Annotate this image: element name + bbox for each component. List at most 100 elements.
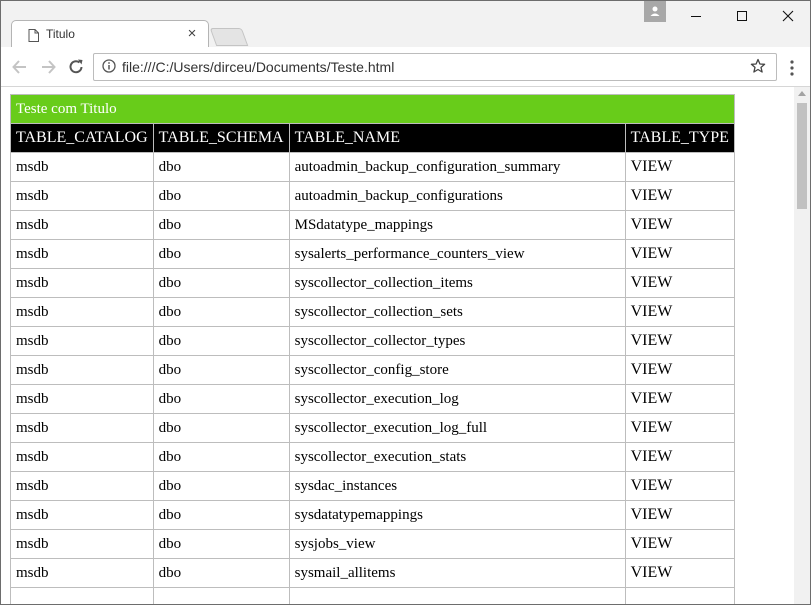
browser-window: Titulo × file:///C:/Users/dirceu/Documen…: [0, 0, 811, 605]
type-cell: VIEW: [624, 210, 735, 240]
table-row: msdb dbo syscollector_execution_stats VIEW: [10, 442, 735, 472]
table-title: Teste com Titulo: [10, 94, 735, 124]
table-row: msdb dbo sysjobs_view VIEW: [10, 529, 735, 559]
scroll-up-icon[interactable]: [798, 91, 806, 96]
type-cell: VIEW: [624, 500, 735, 530]
name-cell: syscollector_execution_stats: [288, 442, 626, 472]
type-cell: VIEW: [624, 558, 735, 588]
type-cell: [624, 587, 735, 604]
browser-tab[interactable]: Titulo ×: [11, 20, 209, 48]
catalog-cell: msdb: [10, 529, 154, 559]
schema-cell: dbo: [152, 181, 290, 211]
catalog-cell: msdb: [10, 152, 154, 182]
table-row: [10, 587, 735, 604]
data-table: Teste com Titulo TABLE_CATALOG TABLE_SCH…: [10, 94, 735, 604]
catalog-cell: msdb: [10, 384, 154, 414]
tab-title: Titulo: [46, 27, 75, 41]
name-cell: syscollector_config_store: [288, 355, 626, 385]
type-cell: VIEW: [624, 268, 735, 298]
catalog-cell: msdb: [10, 355, 154, 385]
catalog-cell: msdb: [10, 413, 154, 443]
profile-icon[interactable]: [644, 1, 666, 22]
schema-cell: dbo: [152, 500, 290, 530]
name-cell: sysjobs_view: [288, 529, 626, 559]
type-cell: VIEW: [624, 152, 735, 182]
header-table-name: TABLE_NAME: [288, 123, 626, 153]
catalog-cell: msdb: [10, 268, 154, 298]
new-tab-button[interactable]: [209, 28, 249, 46]
title-bar: Titulo ×: [1, 1, 810, 48]
page-content: Teste com Titulo TABLE_CATALOG TABLE_SCH…: [1, 87, 794, 604]
type-cell: VIEW: [624, 297, 735, 327]
catalog-cell: msdb: [10, 471, 154, 501]
kebab-menu-icon[interactable]: [784, 59, 800, 77]
table-row: msdb dbo sysdatatypemappings VIEW: [10, 500, 735, 530]
schema-cell: dbo: [152, 529, 290, 559]
schema-cell: dbo: [152, 326, 290, 356]
table-row: msdb dbo syscollector_config_store VIEW: [10, 355, 735, 385]
reload-icon[interactable]: [66, 57, 86, 77]
schema-cell: dbo: [152, 384, 290, 414]
scrollbar-thumb[interactable]: [797, 103, 807, 209]
address-bar[interactable]: file:///C:/Users/dirceu/Documents/Teste.…: [93, 53, 777, 81]
browser-toolbar: file:///C:/Users/dirceu/Documents/Teste.…: [1, 47, 810, 87]
arrow-right-icon[interactable]: [38, 57, 58, 77]
close-window-icon: [782, 10, 794, 22]
name-cell: [288, 587, 626, 604]
type-cell: VIEW: [624, 326, 735, 356]
type-cell: VIEW: [624, 529, 735, 559]
table-title-row: Teste com Titulo: [10, 94, 735, 124]
schema-cell: dbo: [152, 558, 290, 588]
maximize-button[interactable]: [719, 1, 765, 31]
name-cell: autoadmin_backup_configurations: [288, 181, 626, 211]
name-cell: syscollector_collection_items: [288, 268, 626, 298]
catalog-cell: msdb: [10, 210, 154, 240]
header-table-type: TABLE_TYPE: [624, 123, 735, 153]
schema-cell: dbo: [152, 413, 290, 443]
catalog-cell: msdb: [10, 239, 154, 269]
name-cell: syscollector_execution_log: [288, 384, 626, 414]
catalog-cell: msdb: [10, 297, 154, 327]
schema-cell: dbo: [152, 152, 290, 182]
table-row: msdb dbo syscollector_collection_sets VIEW: [10, 297, 735, 327]
name-cell: syscollector_execution_log_full: [288, 413, 626, 443]
header-table-catalog: TABLE_CATALOG: [10, 123, 154, 153]
maximize-icon: [737, 11, 747, 21]
minimize-button[interactable]: [673, 1, 719, 31]
table-header-row: TABLE_CATALOG TABLE_SCHEMA TABLE_NAME TA…: [10, 123, 735, 153]
catalog-cell: msdb: [10, 181, 154, 211]
table-row: msdb dbo syscollector_execution_log VIEW: [10, 384, 735, 414]
type-cell: VIEW: [624, 384, 735, 414]
document-icon: [28, 29, 39, 42]
close-window-button[interactable]: [765, 1, 810, 31]
schema-cell: dbo: [152, 268, 290, 298]
table-row: msdb dbo sysmail_allitems VIEW: [10, 558, 735, 588]
schema-cell: dbo: [152, 355, 290, 385]
star-icon[interactable]: [750, 58, 766, 74]
type-cell: VIEW: [624, 471, 735, 501]
close-icon[interactable]: ×: [184, 25, 200, 43]
schema-cell: dbo: [152, 210, 290, 240]
schema-cell: dbo: [152, 471, 290, 501]
table-row: msdb dbo sysalerts_performance_counters_vi…: [10, 239, 735, 269]
arrow-left-icon[interactable]: [10, 57, 30, 77]
info-icon[interactable]: [102, 59, 116, 73]
catalog-cell: msdb: [10, 500, 154, 530]
schema-cell: dbo: [152, 239, 290, 269]
url-text: file:///C:/Users/dirceu/Documents/Teste.…: [122, 59, 395, 75]
schema-cell: dbo: [152, 442, 290, 472]
name-cell: sysdac_instances: [288, 471, 626, 501]
table-row: msdb dbo autoadmin_backup_configuration_su…: [10, 152, 735, 182]
name-cell: sysmail_allitems: [288, 558, 626, 588]
name-cell: syscollector_collection_sets: [288, 297, 626, 327]
table-row: msdb dbo sysdac_instances VIEW: [10, 471, 735, 501]
type-cell: VIEW: [624, 442, 735, 472]
vertical-scrollbar[interactable]: [794, 87, 810, 604]
catalog-cell: [10, 587, 154, 604]
name-cell: autoadmin_backup_configuration_summary: [288, 152, 626, 182]
type-cell: VIEW: [624, 239, 735, 269]
table-row: msdb dbo syscollector_collector_types VIEW: [10, 326, 735, 356]
table-row: msdb dbo syscollector_execution_log_full VI…: [10, 413, 735, 443]
minimize-icon: [691, 16, 701, 17]
name-cell: sysdatatypemappings: [288, 500, 626, 530]
